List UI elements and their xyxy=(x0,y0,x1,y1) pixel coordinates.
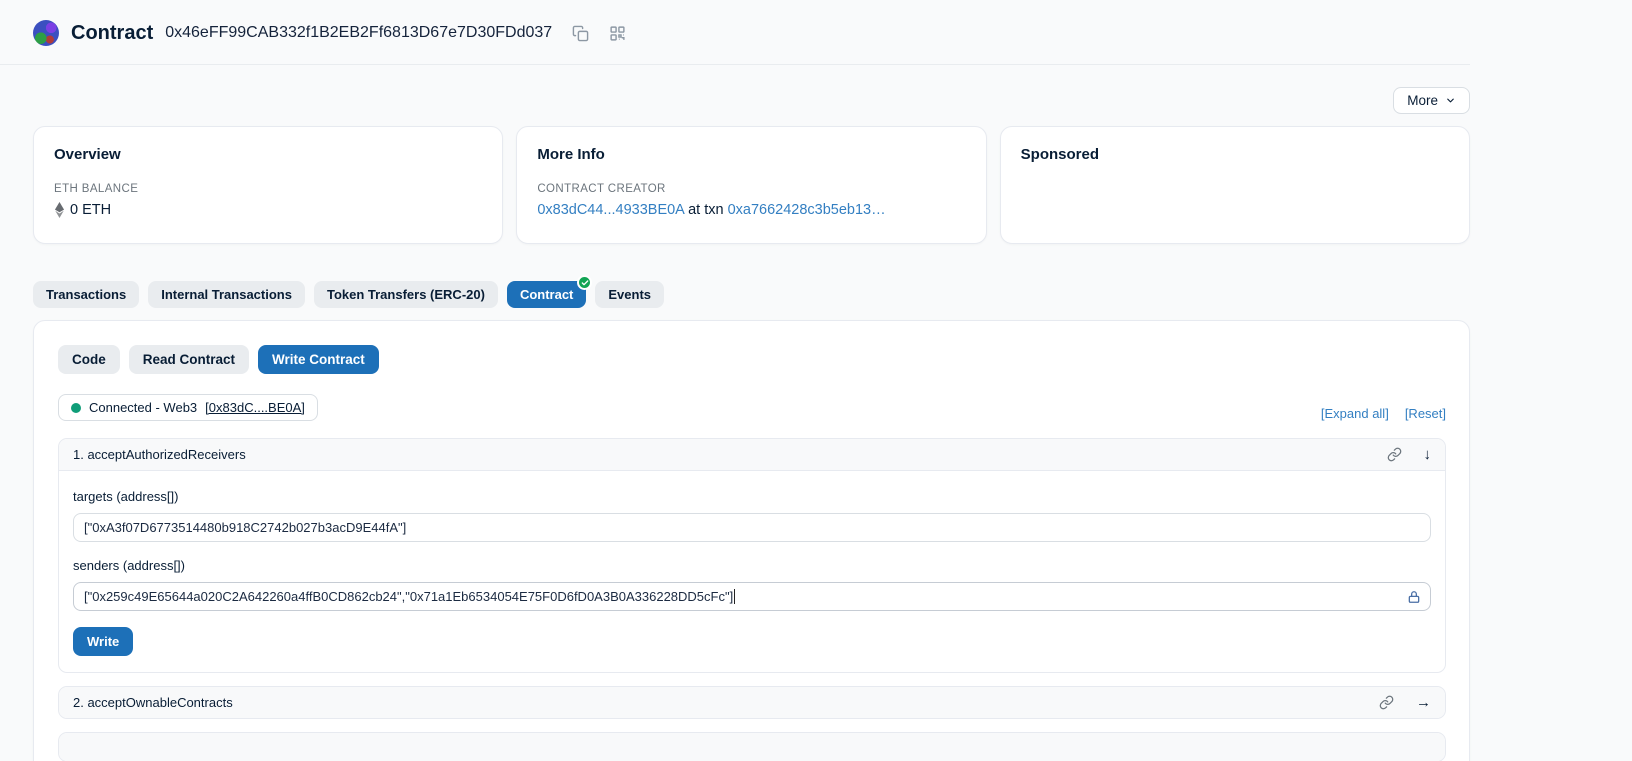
verified-check-icon xyxy=(577,275,592,290)
subtab-write-contract[interactable]: Write Contract xyxy=(258,345,379,374)
connection-status-badge: Connected - Web3 [0x83dC....BE0A] xyxy=(58,394,318,421)
more-info-card-title: More Info xyxy=(537,146,965,163)
info-cards: Overview ETH BALANCE 0 ETH More Info CON… xyxy=(33,126,1470,244)
subtab-read-contract[interactable]: Read Contract xyxy=(129,345,249,374)
expand-all-link[interactable]: [Expand all] xyxy=(1321,406,1389,421)
targets-input[interactable]: ["0xA3f07D6773514480b918C2742b027b3acD9E… xyxy=(73,513,1431,542)
more-button-label: More xyxy=(1407,93,1438,108)
permalink-icon[interactable] xyxy=(1387,447,1402,462)
qr-code-icon[interactable] xyxy=(609,25,626,42)
sponsored-card-title: Sponsored xyxy=(1021,146,1449,163)
more-button[interactable]: More xyxy=(1393,87,1470,114)
main-tabs: Transactions Internal Transactions Token… xyxy=(33,281,1470,308)
tab-transactions[interactable]: Transactions xyxy=(33,281,139,308)
connection-row: Connected - Web3 [0x83dC....BE0A] [Expan… xyxy=(58,394,1446,421)
senders-input-value: ["0x259c49E65644a020C2A642260a4ffB0CD862… xyxy=(84,589,733,604)
contract-creator-label: CONTRACT CREATOR xyxy=(537,183,965,195)
contract-subtabs: Code Read Contract Write Contract xyxy=(58,345,1446,374)
creation-txn-link[interactable]: 0xa7662428c3b5eb13… xyxy=(728,202,886,218)
at-txn-text: at txn xyxy=(688,202,723,218)
method-2-header[interactable]: 2. acceptOwnableContracts → xyxy=(59,687,1445,718)
text-caret xyxy=(734,589,735,604)
contract-panel: Code Read Contract Write Contract Connec… xyxy=(33,320,1470,761)
subtab-code[interactable]: Code xyxy=(58,345,120,374)
method-2-title: 2. acceptOwnableContracts xyxy=(73,695,233,710)
reset-link[interactable]: [Reset] xyxy=(1405,406,1446,421)
write-button[interactable]: Write xyxy=(73,627,133,656)
connected-dot-icon xyxy=(71,403,81,413)
sponsored-card: Sponsored xyxy=(1000,126,1470,244)
contract-avatar xyxy=(33,20,59,46)
tab-contract[interactable]: Contract xyxy=(507,281,586,308)
tab-events[interactable]: Events xyxy=(595,281,664,308)
targets-input-value: ["0xA3f07D6773514480b918C2742b027b3acD9E… xyxy=(84,520,406,535)
more-info-card: More Info CONTRACT CREATOR 0x83dC44...49… xyxy=(516,126,986,244)
targets-field-label: targets (address[]) xyxy=(73,489,1431,504)
eth-balance-value: 0 ETH xyxy=(70,202,111,218)
method-1-body: targets (address[]) ["0xA3f07D6773514480… xyxy=(59,471,1445,672)
senders-input[interactable]: ["0x259c49E65644a020C2A642260a4ffB0CD862… xyxy=(73,582,1431,611)
collapse-arrow-icon[interactable]: ↓ xyxy=(1424,447,1432,462)
method-1-header[interactable]: 1. acceptAuthorizedReceivers ↓ xyxy=(59,439,1445,471)
permalink-icon[interactable] xyxy=(1379,695,1394,710)
method-1-title: 1. acceptAuthorizedReceivers xyxy=(73,447,246,462)
expand-arrow-icon[interactable]: → xyxy=(1416,695,1431,710)
senders-field-label: senders (address[]) xyxy=(73,558,1431,573)
eth-balance-label: ETH BALANCE xyxy=(54,183,482,195)
overview-card: Overview ETH BALANCE 0 ETH xyxy=(33,126,503,244)
contract-address: 0x46eFF99CAB332f1B2EB2Ff6813D67e7D30FDd0… xyxy=(165,24,552,42)
more-row: More xyxy=(33,87,1470,114)
method-next-clipped xyxy=(58,732,1446,761)
ethereum-icon xyxy=(54,202,65,218)
page-title: Contract xyxy=(71,22,153,45)
tab-contract-label: Contract xyxy=(520,287,573,302)
page-header: Contract 0x46eFF99CAB332f1B2EB2Ff6813D67… xyxy=(0,0,1470,65)
tab-token-transfers[interactable]: Token Transfers (ERC-20) xyxy=(314,281,498,308)
connected-account-link[interactable]: [0x83dC....BE0A] xyxy=(205,400,305,415)
creator-address-link[interactable]: 0x83dC44...4933BE0A xyxy=(537,202,684,218)
connection-status-text: Connected - Web3 xyxy=(89,400,197,415)
panel-actions: [Expand all] [Reset] xyxy=(1321,406,1446,421)
tab-internal-transactions[interactable]: Internal Transactions xyxy=(148,281,305,308)
method-3-header[interactable] xyxy=(59,733,1445,761)
password-lock-icon[interactable] xyxy=(1407,590,1421,604)
method-accept-authorized-receivers: 1. acceptAuthorizedReceivers ↓ targets (… xyxy=(58,438,1446,673)
copy-icon[interactable] xyxy=(572,25,589,42)
method-accept-ownable-contracts: 2. acceptOwnableContracts → xyxy=(58,686,1446,719)
chevron-down-icon xyxy=(1445,95,1456,106)
overview-card-title: Overview xyxy=(54,146,482,163)
